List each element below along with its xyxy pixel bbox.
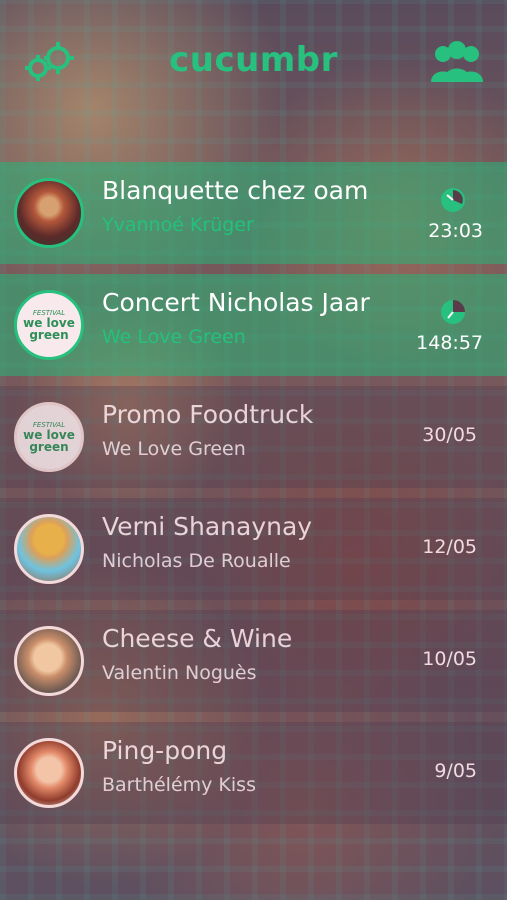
event-date: 12/05 [422,536,477,558]
event-row[interactable]: FESTIVAL we love green Promo Foodtruck W… [0,386,507,488]
event-host: We Love Green [102,326,246,348]
we-love-green-logo-avatar: FESTIVAL we love green [14,290,84,360]
surprised-man-avatar [14,738,84,808]
logo-line2: green [29,440,69,454]
event-host: Yvannoé Krüger [102,214,254,236]
event-title: Promo Foodtruck [102,400,314,429]
clock-icon [441,188,465,212]
event-time: 148:57 [416,332,483,354]
event-date: 10/05 [422,648,477,670]
event-title: Blanquette chez oam [102,176,369,205]
event-date: 9/05 [434,760,477,782]
top-bar: cucumbr [0,30,507,90]
event-host: Nicholas De Roualle [102,550,291,572]
event-title: Concert Nicholas Jaar [102,288,370,317]
event-host: Valentin Noguès [102,662,257,684]
event-row[interactable]: Verni Shanaynay Nicholas De Roualle 12/0… [0,498,507,600]
logo-line2: green [29,328,69,342]
event-host: We Love Green [102,438,246,460]
event-row[interactable]: Blanquette chez oam Yvannoé Krüger 23:03 [0,162,507,264]
event-row[interactable]: Ping-pong Barthélémy Kiss 9/05 [0,722,507,824]
young-man-avatar [14,626,84,696]
event-row[interactable]: FESTIVAL we love green Concert Nicholas … [0,274,507,376]
event-row[interactable]: Cheese & Wine Valentin Noguès 10/05 [0,610,507,712]
contacts-button[interactable] [429,38,489,88]
event-date: 30/05 [422,424,477,446]
people-group-icon [431,41,483,82]
event-title: Cheese & Wine [102,624,293,653]
hat-sunglasses-avatar [14,514,84,584]
event-list: Blanquette chez oam Yvannoé Krüger 23:03… [0,162,507,834]
clock-icon [441,300,465,324]
event-title: Verni Shanaynay [102,512,313,541]
event-time: 23:03 [428,220,483,242]
we-love-green-logo-avatar: FESTIVAL we love green [14,402,84,472]
event-host: Barthélémy Kiss [102,774,256,796]
portrait-painting-avatar [14,178,84,248]
event-title: Ping-pong [102,736,228,765]
